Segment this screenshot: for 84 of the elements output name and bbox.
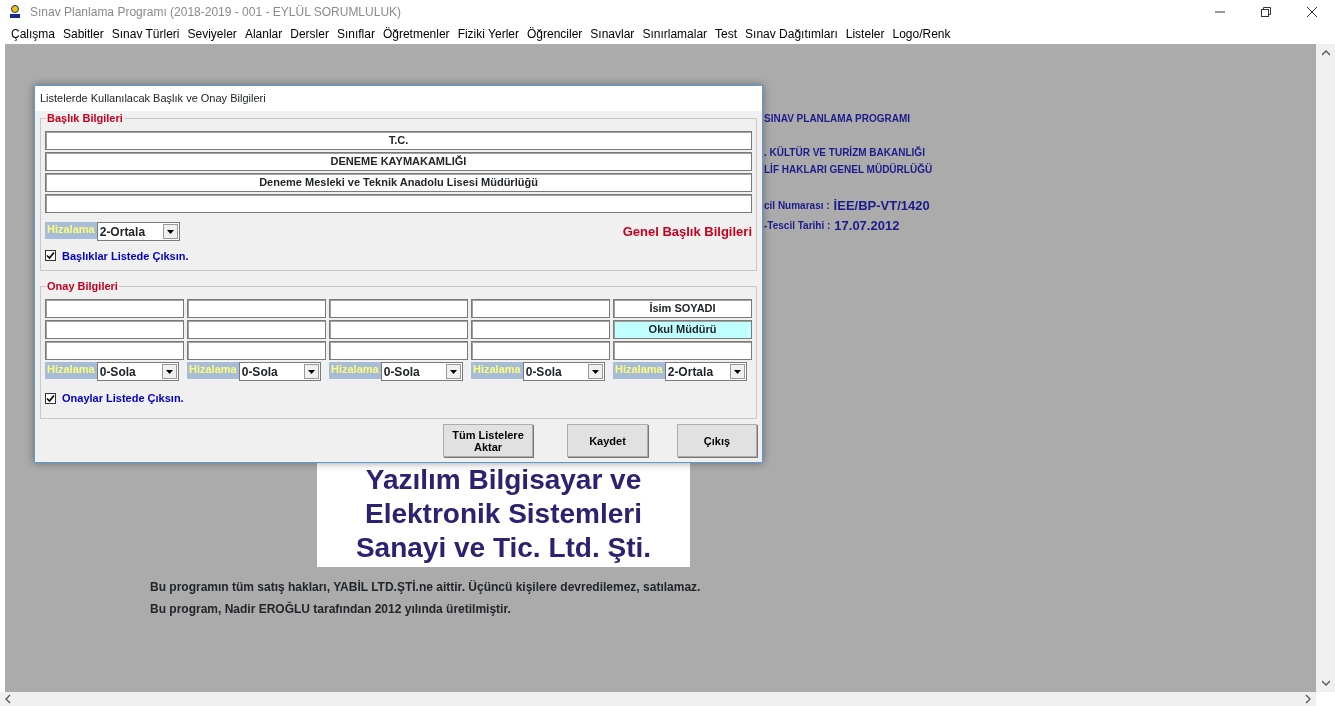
text-field[interactable] — [471, 341, 610, 360]
menu-item[interactable]: Öğrenciler — [523, 25, 587, 43]
dropdown-arrow-icon — [166, 229, 174, 234]
menu-item[interactable]: Çalışma — [7, 25, 59, 43]
text-field[interactable] — [471, 320, 610, 339]
notice-text: Bu programın tüm satış hakları, YABİL LTD.ŞTİ.ne aittir. Üçüncü kişilere devredilemez, satılamaz. — [150, 579, 701, 596]
text-field[interactable]: DENEME KAYMAKAMLIĞI — [45, 152, 752, 171]
info-label: cil Numarası : — [764, 198, 830, 213]
text-field[interactable]: İsim SOYADI — [613, 299, 752, 318]
menu-item[interactable]: Seviyeler — [183, 25, 241, 43]
text-field[interactable] — [45, 194, 752, 213]
align-dropdown[interactable]: 0-Sola — [238, 362, 321, 381]
align-label: Hizalama — [187, 362, 239, 379]
text-field[interactable] — [45, 341, 184, 360]
text-field[interactable] — [471, 299, 610, 318]
dialog-title: Listelerde Kullanılacak Başlık ve Onay Bilgileri — [35, 86, 762, 111]
vertical-scrollbar[interactable] — [1316, 44, 1335, 692]
menu-item[interactable]: Test — [711, 25, 742, 43]
info-text: LİF HAKLARI GENEL MÜDÜRLÜĞÜ — [764, 162, 933, 177]
text-field[interactable] — [329, 341, 468, 360]
app-icon — [9, 5, 21, 19]
menu-item[interactable]: Sınırlamalar — [638, 25, 712, 43]
dialog-button[interactable]: Tüm Listelere Aktar — [443, 424, 533, 457]
company-name-text: Yazılım Bilgisayar ve — [365, 463, 642, 497]
info-value: 17.07.2012 — [834, 216, 900, 234]
text-field[interactable]: Okul Müdürü — [613, 320, 752, 339]
checkbox[interactable] — [45, 250, 56, 262]
align-dropdown[interactable]: 0-Sola — [96, 362, 179, 381]
info-label: -Tescil Tarihi : — [764, 218, 831, 233]
menu-item[interactable]: Sınav Dağıtımları — [741, 25, 842, 43]
dialog-button[interactable]: Kaydet — [567, 424, 648, 457]
text-field[interactable] — [613, 341, 752, 360]
checkbox-label: Onaylar Listede Çıksın. — [62, 391, 184, 406]
menu-item[interactable]: Sınıflar — [332, 25, 379, 43]
menu-item[interactable]: Fiziki Yerler — [453, 25, 523, 43]
dropdown-arrow-icon — [165, 369, 173, 374]
align-dropdown[interactable]: 2-Ortala — [96, 222, 180, 242]
text-field[interactable] — [329, 299, 468, 318]
text-field[interactable] — [45, 320, 184, 339]
menu-item[interactable]: Sabitler — [59, 25, 108, 43]
section-note: Genel Başlık Bilgileri — [622, 223, 752, 241]
info-text: . KÜLTÜR VE TURİZM BAKANLIĞI — [764, 145, 926, 160]
menu-item[interactable]: Sınav Türleri — [107, 25, 184, 43]
checkbox[interactable] — [45, 392, 56, 404]
align-label: Hizalama — [471, 362, 523, 379]
text-field[interactable] — [187, 320, 326, 339]
scroll-right-icon[interactable] — [1304, 694, 1312, 704]
menu-item[interactable]: Alanlar — [240, 25, 287, 43]
menu-item[interactable]: Sınavlar — [586, 25, 639, 43]
align-dropdown[interactable]: 0-Sola — [380, 362, 463, 381]
align-dropdown[interactable]: 0-Sola — [522, 362, 605, 381]
restore-icon — [1261, 7, 1271, 17]
dropdown-arrow-icon — [591, 369, 599, 374]
text-field[interactable]: T.C. — [45, 131, 752, 150]
notice-text: Bu program, Nadir EROĞLU tarafından 2012 yılında üretilmiştir. — [150, 600, 512, 618]
dropdown-arrow-icon — [449, 369, 457, 374]
align-dropdown[interactable]: 2-Ortala — [664, 362, 747, 381]
scroll-left-icon[interactable] — [4, 694, 12, 704]
company-name-text: Elektronik Sistemleri — [365, 497, 642, 531]
company-name-text: Sanayi ve Tic. Ltd. Şti. — [355, 531, 652, 565]
info-text: SINAV PLANLAMA PROGRAMI — [764, 112, 912, 126]
horizontal-scrollbar[interactable] — [0, 692, 1316, 706]
dropdown-arrow-icon — [307, 369, 315, 374]
group-legend: Başlık Bilgileri — [46, 112, 124, 125]
align-label: Hizalama — [329, 362, 381, 379]
menu-item[interactable]: Öğretmenler — [378, 25, 454, 43]
text-field[interactable] — [187, 299, 326, 318]
text-field[interactable]: Deneme Mesleki ve Teknik Anadolu Lisesi Müdürlüğü — [45, 173, 752, 192]
align-label: Hizalama — [45, 222, 97, 240]
close-icon — [1307, 7, 1317, 17]
menu-item[interactable]: Listeler — [841, 25, 889, 43]
info-value: İEE/BP-VT/1420 — [833, 196, 930, 214]
text-field[interactable] — [329, 320, 468, 339]
text-field[interactable] — [187, 341, 326, 360]
menu-item[interactable]: Dersler — [286, 25, 333, 43]
text-field[interactable] — [45, 299, 184, 318]
align-label: Hizalama — [613, 362, 665, 379]
window-title: Sınav Planlama Programı (2018-2019 - 001 - EYLÜL SORUMLULUK) — [30, 4, 402, 21]
dialog-button[interactable]: Çıkış — [677, 424, 757, 457]
group-legend: Onay Bilgileri — [46, 280, 119, 293]
menu-item[interactable]: Logo/Renk — [888, 25, 955, 43]
checkbox-label: Başlıklar Listede Çıksın. — [62, 248, 189, 264]
dropdown-arrow-icon — [733, 369, 741, 374]
align-label: Hizalama — [45, 362, 97, 379]
